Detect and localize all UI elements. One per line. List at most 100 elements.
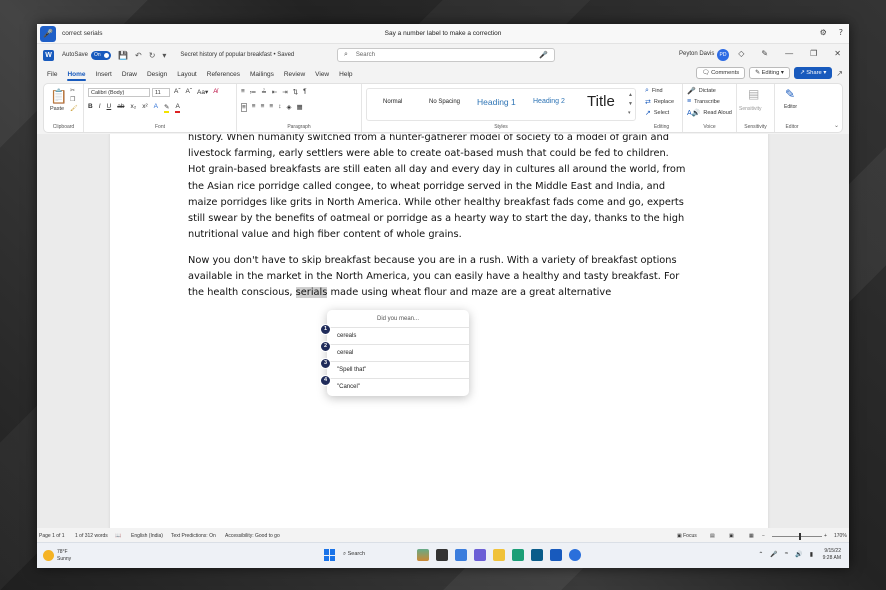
gear-icon[interactable]: ⚙ (820, 28, 827, 37)
close-icon[interactable]: ✕ (834, 49, 841, 58)
collapse-ribbon-icon[interactable]: ⌄ (834, 122, 839, 129)
style-heading-1[interactable]: Heading 1 (477, 97, 516, 107)
increase-indent-icon[interactable]: ⇥ (282, 88, 287, 96)
style-heading-2[interactable]: Heading 2 (533, 98, 565, 105)
cut-icon[interactable]: ✂ (70, 87, 78, 96)
teams-icon[interactable] (474, 549, 486, 561)
change-case-icon[interactable]: Aa▾ (197, 88, 208, 96)
customize-toolbar-icon[interactable]: ▾ (162, 51, 166, 60)
chevron-up-icon[interactable]: ⌃ (758, 551, 763, 558)
line-spacing-icon[interactable]: ↕ (278, 103, 281, 112)
tab-mailings[interactable]: Mailings (250, 71, 274, 78)
avatar[interactable]: PD (717, 49, 729, 61)
tab-file[interactable]: File (47, 71, 57, 78)
editing-mode-button[interactable]: ✎ Editing ▾ (749, 67, 790, 79)
suggestion-1[interactable]: 1 cereals (320, 324, 469, 344)
clock[interactable]: 9/15/22 9:28 AM (823, 548, 841, 562)
volume-icon[interactable]: 🔊 (795, 551, 802, 558)
transcribe-button[interactable]: ≡ Transcribe (687, 98, 720, 105)
decrease-indent-icon[interactable]: ⇤ (272, 88, 277, 96)
accessibility-status[interactable]: Accessibility: Good to go (225, 533, 280, 539)
microphone-icon[interactable]: 🎤 (40, 25, 56, 42)
tab-design[interactable]: Design (147, 71, 167, 78)
pen-icon[interactable]: ✎ (761, 49, 768, 58)
zoom-level[interactable]: 170% (834, 533, 847, 539)
shading-icon[interactable]: ◈ (286, 103, 291, 112)
sensitivity-icon[interactable]: ▤ (748, 87, 759, 101)
style-no-spacing[interactable]: No Spacing (429, 99, 460, 105)
font-name-select[interactable]: Calibri (Body) (88, 88, 150, 97)
select-button[interactable]: ↗ Select (645, 109, 669, 117)
paragraph-1[interactable]: history. When humanity switched from a h… (188, 134, 688, 243)
minimize-icon[interactable]: — (785, 49, 793, 58)
search-input[interactable]: ⌕ Search 🎤 (337, 48, 555, 62)
style-normal[interactable]: Normal (383, 99, 402, 105)
redo-icon[interactable]: ↻ (149, 51, 156, 60)
language[interactable]: English (India) (131, 533, 163, 539)
text-effects-icon[interactable]: A (154, 103, 158, 113)
tab-review[interactable]: Review (284, 71, 305, 78)
proofing-icon[interactable]: 📖 (115, 533, 121, 539)
focus-button[interactable]: ▣ Focus (677, 533, 697, 539)
help-icon[interactable]: ? (839, 28, 843, 37)
zoom-slider[interactable] (772, 536, 822, 537)
print-layout-icon[interactable]: ▣ (729, 533, 734, 539)
zoom-out-icon[interactable]: − (762, 533, 765, 539)
mic-tray-icon[interactable]: 🎤 (770, 551, 777, 558)
word-taskbar-icon[interactable] (550, 549, 562, 561)
selected-word[interactable]: serials (295, 287, 328, 299)
comments-button[interactable]: 🗨 Comments (696, 67, 746, 79)
store-icon[interactable] (531, 549, 543, 561)
tab-draw[interactable]: Draw (122, 71, 137, 78)
word-count[interactable]: 1 of 312 words (75, 533, 108, 539)
underline-icon[interactable]: U (107, 103, 112, 113)
wifi-icon[interactable]: ≈ (785, 551, 788, 558)
text-predictions[interactable]: Text Predictions: On (171, 533, 216, 539)
search-mic-icon[interactable]: 🎤 (539, 51, 548, 59)
highlight-icon[interactable]: ✎ (164, 103, 170, 113)
read-mode-icon[interactable]: ▤ (710, 533, 715, 539)
format-painter-icon[interactable]: 🖌 (70, 105, 78, 114)
font-color-icon[interactable]: A (175, 103, 180, 113)
weather-widget[interactable]: 78°F Sunny (57, 549, 71, 563)
tab-insert[interactable]: Insert (96, 71, 112, 78)
tab-help[interactable]: Help (339, 71, 352, 78)
replace-button[interactable]: ⇄ Replace (645, 98, 674, 106)
web-layout-icon[interactable]: ▦ (749, 533, 754, 539)
tab-references[interactable]: References (207, 71, 240, 78)
pilcrow-icon[interactable]: ¶ (303, 88, 307, 96)
bullets-icon[interactable]: ≡ (241, 88, 245, 96)
align-center-icon[interactable]: ≡ (252, 103, 256, 112)
style-title[interactable]: Title (587, 93, 615, 110)
bold-icon[interactable]: B (88, 103, 93, 113)
diamond-icon[interactable]: ◇ (738, 49, 744, 58)
paste-icon[interactable]: 📋 (50, 88, 67, 105)
save-icon[interactable]: 💾 (118, 51, 128, 60)
browser-icon[interactable] (512, 549, 524, 561)
italic-icon[interactable]: I (99, 103, 101, 113)
grow-font-icon[interactable]: Aˆ (174, 88, 181, 96)
battery-icon[interactable]: ▮ (810, 551, 813, 558)
page-count[interactable]: Page 1 of 1 (39, 533, 65, 539)
subscript-icon[interactable]: x₂ (130, 103, 136, 113)
suggestion-cancel[interactable]: 4 "Cancel" (320, 375, 469, 395)
suggestion-2[interactable]: 2 cereal (320, 341, 469, 361)
widgets-icon[interactable] (417, 549, 429, 561)
zoom-slider-thumb[interactable] (799, 533, 801, 540)
strikethrough-icon[interactable]: ab (117, 103, 124, 113)
autosave-toggle[interactable]: On (91, 50, 112, 60)
tab-layout[interactable]: Layout (177, 71, 197, 78)
dictate-button[interactable]: 🎤 Dictate (687, 87, 716, 95)
ribbon-pin-icon[interactable]: ↗ (836, 69, 843, 78)
paragraph-2[interactable]: Now you don't have to skip breakfast bec… (188, 253, 688, 302)
editor-icon[interactable]: ✎ (785, 87, 795, 101)
share-button[interactable]: ↗ Share ▾ (793, 67, 833, 79)
restore-icon[interactable]: ❐ (810, 49, 817, 58)
styles-scroll-icon[interactable]: ▲ ▼ ▾ (628, 91, 633, 118)
edge-icon[interactable] (455, 549, 467, 561)
taskbar-search[interactable]: ⌕ Search (343, 551, 365, 558)
suggestion-spell-that[interactable]: 3 "Spell that" (320, 358, 469, 378)
voice-access-taskbar-icon[interactable] (569, 549, 581, 561)
read-aloud-button[interactable]: A🔊 Read Aloud (687, 109, 732, 117)
multilevel-list-icon[interactable]: ≟ (261, 88, 266, 96)
